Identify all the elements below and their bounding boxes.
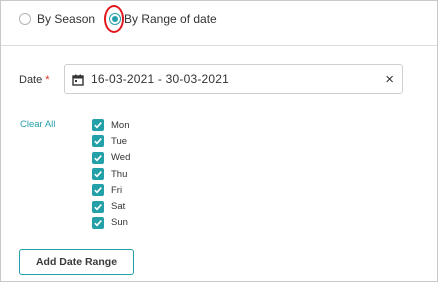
day-checkbox-thu[interactable]: Thu <box>92 166 130 182</box>
range-type-radio-group: By Season By Range of date <box>1 1 437 46</box>
radio-circle-by-season[interactable] <box>19 13 31 25</box>
clear-all-link[interactable]: Clear All <box>20 119 55 130</box>
day-checkbox-sat[interactable]: Sat <box>92 198 130 214</box>
radio-label-by-range-of-date: By Range of date <box>124 12 217 26</box>
checkbox-checked-icon[interactable] <box>92 151 104 164</box>
highlight-annotation-ring <box>104 5 124 33</box>
radio-by-season[interactable]: By Season <box>19 10 95 28</box>
checkbox-checked-icon[interactable] <box>92 216 104 229</box>
date-label-text: Date <box>19 74 43 86</box>
day-checkbox-tue[interactable]: Tue <box>92 133 130 149</box>
checkbox-checked-icon[interactable] <box>92 184 104 197</box>
date-range-panel: By Season By Range of date Date * 16-03-2… <box>0 0 438 282</box>
radio-by-range-of-date[interactable]: By Range of date <box>109 10 217 28</box>
weekday-checkbox-list: Mon Tue Wed Thu Fri Sat Sun <box>92 117 130 231</box>
date-range-input[interactable]: 16-03-2021 - 30-03-2021 × <box>64 64 403 94</box>
checkbox-checked-icon[interactable] <box>92 168 104 181</box>
date-field-label: Date * <box>19 74 50 86</box>
day-label: Sun <box>111 217 128 229</box>
checkbox-checked-icon[interactable] <box>92 119 104 132</box>
checkbox-checked-icon[interactable] <box>92 135 104 148</box>
required-asterisk: * <box>45 74 50 86</box>
day-checkbox-sun[interactable]: Sun <box>92 215 130 231</box>
calendar-icon[interactable] <box>72 73 84 86</box>
day-checkbox-mon[interactable]: Mon <box>92 117 130 133</box>
checkbox-checked-icon[interactable] <box>92 200 104 213</box>
day-label: Thu <box>111 168 128 180</box>
day-label: Tue <box>111 135 128 147</box>
day-label: Sat <box>111 201 126 213</box>
date-range-value: 16-03-2021 - 30-03-2021 <box>91 72 230 86</box>
add-date-range-button[interactable]: Add Date Range <box>19 249 134 275</box>
day-checkbox-fri[interactable]: Fri <box>92 182 130 198</box>
clear-date-icon[interactable]: × <box>385 71 394 88</box>
day-label: Fri <box>111 184 123 196</box>
radio-label-by-season: By Season <box>37 12 96 26</box>
day-checkbox-wed[interactable]: Wed <box>92 150 130 166</box>
day-label: Mon <box>111 119 130 131</box>
day-label: Wed <box>111 152 131 164</box>
